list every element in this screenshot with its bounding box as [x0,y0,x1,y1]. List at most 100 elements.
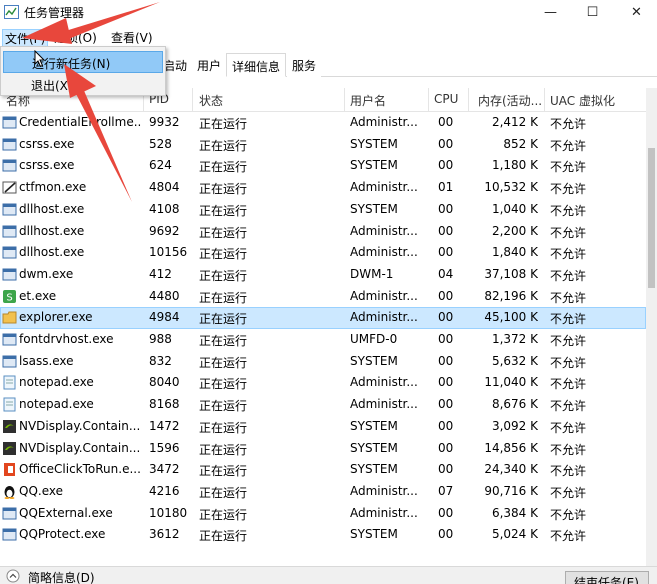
folder-icon [2,311,17,324]
process-pid: 624 [149,158,172,173]
process-cpu: 00 [438,440,454,455]
process-status: 正在运行 [199,485,248,500]
end-task-button[interactable]: 结束任务(E) [565,571,649,584]
column-status[interactable]: 状态 [199,92,223,109]
table-row[interactable]: explorer.exe 4984 正在运行 Administr... 00 45,100… [0,307,646,329]
process-pid: 8040 [149,375,180,390]
process-cpu: 00 [438,158,454,173]
process-memory: 1,372 K [491,332,538,346]
process-status: 正在运行 [199,138,248,153]
process-uac: 不允许 [550,182,587,197]
chevron-up-icon[interactable] [6,569,20,583]
menu-item-exit[interactable]: 退出(X) [3,74,163,96]
process-status: 正在运行 [199,290,248,305]
table-row[interactable]: NVDisplay.Contain... 1596 正在运行 SYSTEM 00 14,8… [0,438,646,460]
column-username[interactable]: 用户名 [350,92,386,109]
window-icon [2,268,17,281]
process-memory: 2,200 K [491,223,538,238]
process-username: Administr... [350,115,418,129]
process-memory: 11,040 K [484,375,538,390]
process-cpu: 00 [438,245,454,260]
tab-users[interactable]: 用户 [192,53,227,77]
menu-bar: 文件(F) 选项(O) 查看(V) [0,26,657,48]
process-pid: 832 [149,353,172,368]
process-pid: 4984 [149,310,180,325]
window-icon [2,333,17,346]
process-cpu: 00 [438,136,454,151]
process-cpu: 00 [438,397,454,412]
table-row[interactable]: CredentialEnrollme... 9932 正在运行 Administr..… [0,112,646,134]
table-row[interactable]: QQ.exe 4216 正在运行 Administr... 07 90,716 K 不允许 [0,481,646,503]
table-row[interactable]: OfficeClickToRun.e... 3472 正在运行 SYSTEM 00 24,… [0,459,646,481]
process-status: 正在运行 [199,442,248,457]
process-uac: 不允许 [550,138,587,153]
process-memory: 1,040 K [491,201,538,216]
process-memory: 14,856 K [484,440,538,455]
tab-details[interactable]: 详细信息 [226,53,287,77]
table-row[interactable]: dllhost.exe 10156 正在运行 Administr... 00 1,840 … [0,242,646,264]
table-row[interactable]: fontdrvhost.exe 988 正在运行 UMFD-0 00 1,372 K 不允许 [0,329,646,351]
process-cpu: 00 [438,288,454,303]
column-memory[interactable]: 内存(活动... [478,92,542,109]
table-row[interactable]: lsass.exe 832 正在运行 SYSTEM 00 5,632 K 不允许 [0,351,646,373]
fewer-details-link[interactable]: 简略信息(D) [28,569,95,584]
window-title: 任务管理器 [24,6,85,20]
table-row[interactable]: NVDisplay.Contain... 1472 正在运行 SYSTEM 00 3,09… [0,416,646,438]
process-pid: 412 [149,266,172,281]
process-uac: 不允许 [550,160,587,175]
nvidia-icon [3,419,16,433]
process-username: Administr... [350,310,418,325]
table-row[interactable]: QQExternal.exe 10180 正在运行 Administr... 00 6,3… [0,503,646,525]
process-memory: 10,532 K [484,180,538,195]
process-username: SYSTEM [350,418,398,433]
process-cpu: 00 [438,375,454,390]
process-uac: 不允许 [550,268,587,283]
table-row[interactable]: Set.exe 4480 正在运行 Administr... 00 82,196 K 不允许 [0,286,646,308]
vertical-scrollbar[interactable] [646,88,657,566]
column-uac[interactable]: UAC 虚拟化 [550,92,615,109]
table-row[interactable]: dwm.exe 412 正在运行 DWM-1 04 37,108 K 不允许 [0,264,646,286]
process-username: Administr... [350,180,418,195]
process-name: CredentialEnrollme... [19,115,141,129]
process-pid: 4804 [149,180,180,195]
process-name: dwm.exe [19,266,74,281]
scrollbar-thumb[interactable] [648,148,655,288]
process-memory: 5,024 K [491,527,538,542]
window-icon [2,159,17,172]
process-status: 正在运行 [199,464,248,479]
table-row[interactable]: dllhost.exe 4108 正在运行 SYSTEM 00 1,040 K 不允许 [0,199,646,221]
menu-item-run-new-task[interactable]: 运行新任务(N) [3,51,163,73]
process-status: 正在运行 [199,117,248,131]
maximize-button[interactable]: ☐ [570,0,615,24]
close-button[interactable]: ✕ [614,0,657,24]
process-memory: 1,180 K [491,158,538,173]
process-status: 正在运行 [199,268,248,283]
process-name: NVDisplay.Contain... [19,440,141,455]
table-row[interactable]: csrss.exe 528 正在运行 SYSTEM 00 852 K 不允许 [0,134,646,156]
column-cpu[interactable]: CPU [434,92,458,106]
process-memory: 24,340 K [484,462,538,477]
process-name: notepad.exe [19,397,94,412]
process-name: OfficeClickToRun.e... [19,462,141,477]
menu-options[interactable]: 选项(O) [52,29,99,46]
table-row[interactable]: notepad.exe 8040 正在运行 Administr... 00 11,040 … [0,372,646,394]
office-icon [4,463,15,477]
process-uac: 不允许 [550,529,587,544]
process-name: et.exe [19,288,57,303]
process-cpu: 00 [438,310,454,325]
process-username: SYSTEM [350,136,398,151]
table-row[interactable]: notepad.exe 8168 正在运行 Administr... 00 8,676 K… [0,394,646,416]
process-memory: 82,196 K [484,288,538,303]
menu-view[interactable]: 查看(V) [109,29,155,46]
process-memory: 8,676 K [491,397,538,412]
process-memory: 5,632 K [491,353,538,368]
table-row[interactable]: QQProtect.exe 3612 正在运行 SYSTEM 00 5,024 K 不允许 [0,524,646,546]
process-cpu: 00 [438,353,454,368]
table-row[interactable]: ctfmon.exe 4804 正在运行 Administr... 01 10,532 K… [0,177,646,199]
process-name: ctfmon.exe [19,180,87,195]
table-row[interactable]: csrss.exe 624 正在运行 SYSTEM 00 1,180 K 不允许 [0,155,646,177]
table-row[interactable]: dllhost.exe 9692 正在运行 Administr... 00 2,200 K… [0,221,646,243]
window-icon [2,138,17,151]
tab-services[interactable]: 服务 [287,53,322,77]
minimize-button[interactable]: — [528,0,573,24]
